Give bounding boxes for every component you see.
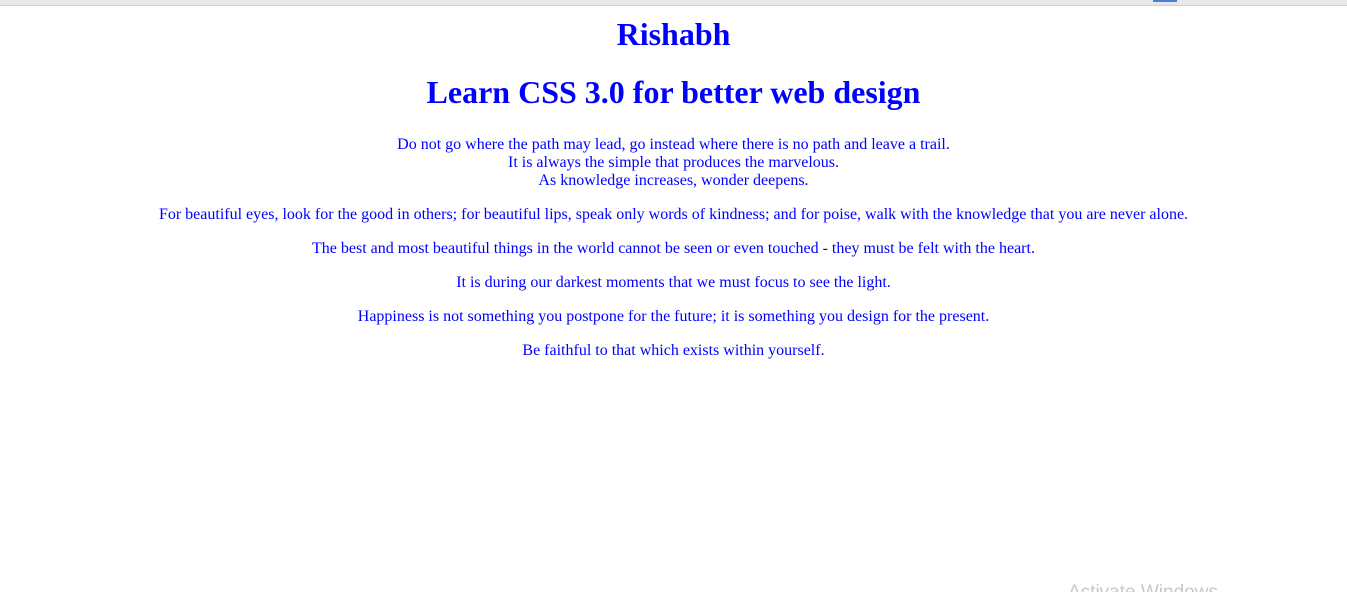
activation-watermark: Activate Windows [1068,582,1218,592]
toolbar-indicator [1153,0,1177,2]
page-content: Rishabh Learn CSS 3.0 for better web des… [0,6,1347,360]
quote-paragraph: For beautiful eyes, look for the good in… [158,206,1189,223]
quote-paragraph: It is during our darkest moments that we… [456,274,891,291]
quote-block: Do not go where the path may lead, go in… [0,136,1347,190]
site-name-heading: Rishabh [616,16,731,52]
quote-line: As knowledge increases, wonder deepens. [538,172,809,189]
quote-paragraph: Be faithful to that which exists within … [522,342,825,359]
quote-paragraph: The best and most beautiful things in th… [312,240,1035,257]
quote-line: Do not go where the path may lead, go in… [397,136,950,153]
quote-line: It is always the simple that produces th… [507,154,840,171]
page-headline: Learn CSS 3.0 for better web design [426,74,921,110]
quote-paragraph: Happiness is not something you postpone … [357,308,990,325]
